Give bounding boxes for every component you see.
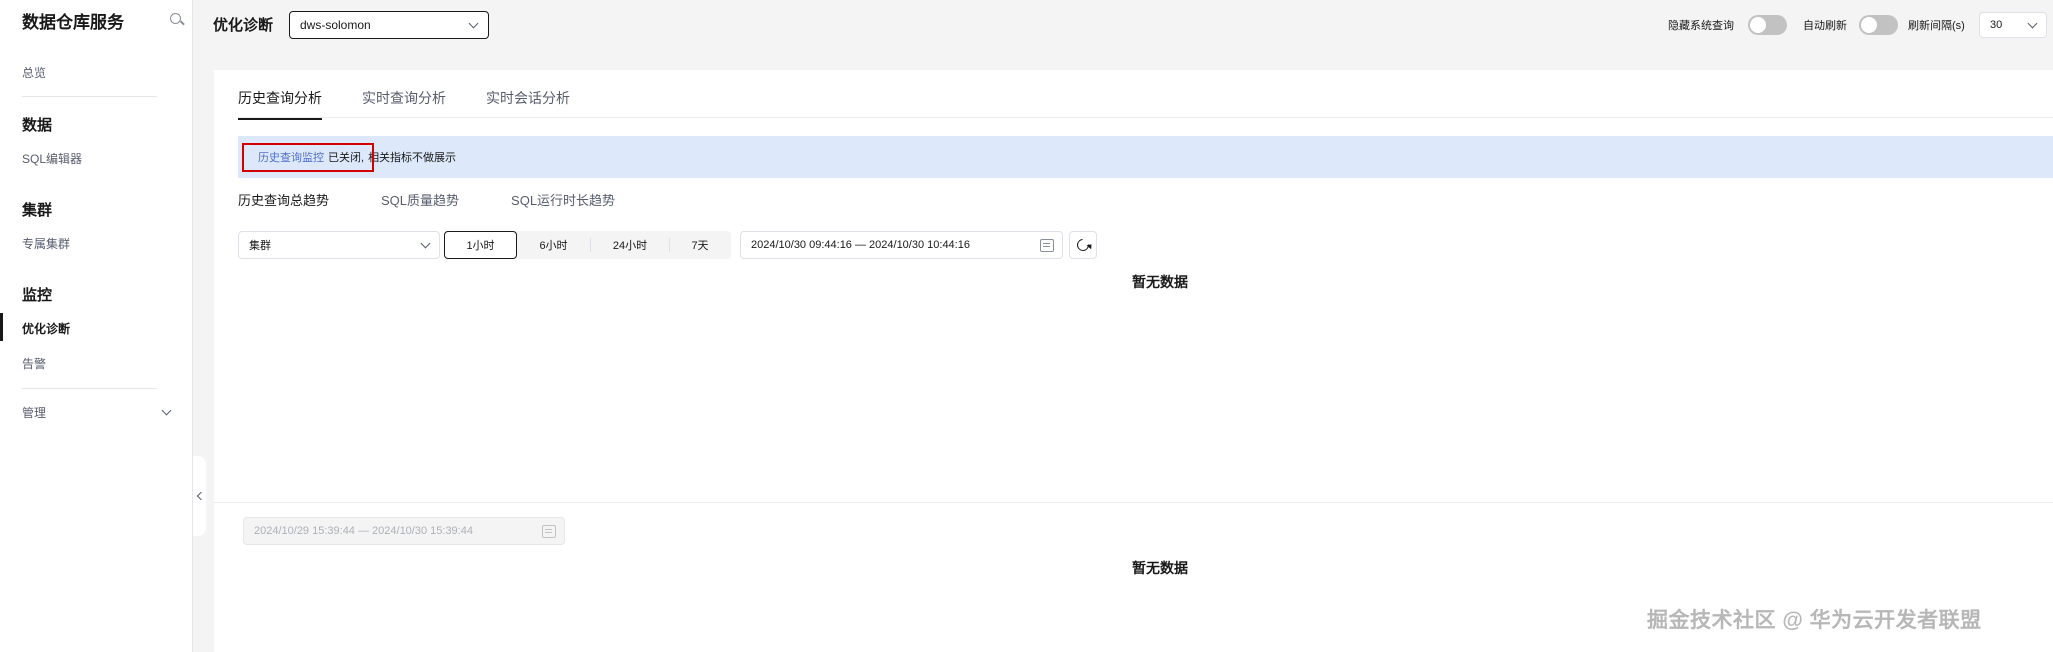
subtab-sql-duration[interactable]: SQL运行时长趋势 [511,190,615,209]
chevron-down-icon [2027,18,2038,28]
sidebar-item-manage[interactable]: 管理 [22,404,172,421]
auto-refresh-toggle[interactable] [1859,15,1898,35]
alert-message: 相关指标不做展示 [368,152,457,164]
highlight-box [242,143,374,172]
search-icon[interactable] [170,13,184,27]
chevron-down-icon [420,238,431,248]
subtab-bar: 历史查询总趋势 SQL质量趋势 SQL运行时长趋势 [238,190,667,209]
date-range-picker[interactable]: 2024/10/30 09:44:16 — 2024/10/30 10:44:1… [740,231,1063,259]
refresh-button[interactable] [1069,231,1097,259]
range-6h-button[interactable]: 6小时 [517,231,590,259]
sidebar-item-overview[interactable]: 总览 [22,64,46,81]
chart2-date-range-value: 2024/10/29 15:39:44 — 2024/10/30 15:39:4… [254,525,473,537]
sidebar-group-data: 数据 [22,117,53,134]
hide-system-query-label: 隐藏系统查询 [1668,20,1734,32]
sidebar-item-dedicated-cluster[interactable]: 专属集群 [22,235,70,252]
instance-select[interactable]: dws-solomon [289,11,489,39]
auto-refresh-label: 自动刷新 [1803,20,1847,32]
subtab-sql-quality[interactable]: SQL质量趋势 [381,190,459,209]
date-range-value: 2024/10/30 09:44:16 — 2024/10/30 10:44:1… [751,239,970,251]
page-title: 优化诊断 [213,17,274,34]
refresh-interval-label: 刷新间隔(s) [1908,20,1965,32]
section-divider [214,502,2053,503]
cluster-select[interactable]: 集群 [238,231,440,259]
tab-realtime-query[interactable]: 实时查询分析 [362,88,446,120]
chart2-date-range-picker: 2024/10/29 15:39:44 — 2024/10/30 15:39:4… [243,517,565,545]
range-1h-button[interactable]: 1小时 [444,231,517,259]
main-card: 历史查询分析 实时查询分析 实时会话分析 历史查询监控 已关闭, 相关指标不做展… [214,70,2053,652]
chart-empty-text: 暂无数据 [1132,274,1188,290]
time-range-group: 1小时 6小时 24小时 7天 [444,231,731,259]
tab-realtime-session[interactable]: 实时会话分析 [486,88,570,120]
sidebar-item-alarm[interactable]: 告警 [22,355,46,372]
instance-select-value: dws-solomon [300,18,371,32]
sidebar-item-sql-editor[interactable]: SQL编辑器 [22,150,82,167]
hide-system-query-toggle[interactable] [1748,15,1787,35]
sidebar-divider [22,388,157,389]
sidebar-header: 数据仓库服务 [22,8,184,32]
watermark-text: 掘金技术社区 @ 华为云开发者联盟 [1647,609,1982,632]
sidebar-group-cluster: 集群 [22,202,53,219]
sidebar-active-indicator [0,313,3,341]
calendar-icon [542,524,556,538]
subtab-history-trend[interactable]: 历史查询总趋势 [238,190,329,209]
range-7d-button[interactable]: 7天 [670,231,730,259]
sidebar-divider [22,96,157,97]
cluster-select-value: 集群 [249,240,271,252]
refresh-icon [1074,236,1092,254]
tab-divider [238,117,2053,118]
refresh-interval-value: 30 [1990,19,2003,31]
sidebar-item-optimization[interactable]: 优化诊断 [22,320,70,337]
tab-bar: 历史查询分析 实时查询分析 实时会话分析 [238,88,610,120]
info-alert: 历史查询监控 已关闭, 相关指标不做展示 [238,136,2053,178]
chart2-empty-text: 暂无数据 [1132,560,1188,576]
sidebar-item-manage-label: 管理 [22,406,47,420]
refresh-interval-select[interactable]: 30 [1979,12,2047,38]
chevron-down-icon [468,18,479,28]
sidebar: 数据仓库服务 总览 数据 SQL编辑器 集群 专属集群 监控 优化诊断 告警 管… [0,0,193,652]
chevron-left-icon [196,491,206,501]
chevron-down-icon [161,405,172,416]
sidebar-collapse-button[interactable] [193,456,206,536]
calendar-icon [1040,238,1054,252]
tab-history-query[interactable]: 历史查询分析 [238,88,322,120]
sidebar-title: 数据仓库服务 [22,12,124,32]
sidebar-group-monitor: 监控 [22,287,53,304]
range-24h-button[interactable]: 24小时 [591,231,669,259]
